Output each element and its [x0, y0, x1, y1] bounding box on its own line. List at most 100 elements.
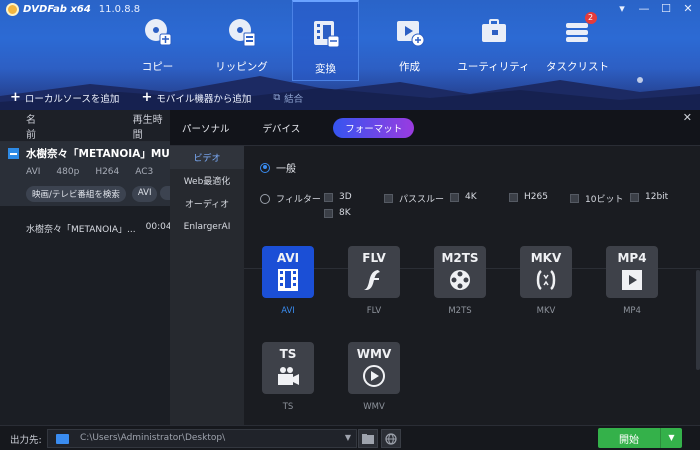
format-flv[interactable]: FLV FLV: [348, 246, 400, 316]
format-wmv-tile[interactable]: WMV: [348, 342, 400, 394]
toolbox-icon: [479, 17, 509, 47]
filter-h265-checkbox[interactable]: [509, 192, 518, 202]
format-m2ts-tile[interactable]: M2TS: [434, 246, 486, 298]
top-header: DVDFab x64 11.0.8.8 ▾ — ☐ ✕ コピー リッピング 変換…: [0, 0, 700, 110]
format-scrollbar[interactable]: [696, 270, 700, 370]
filter-4k[interactable]: 4K: [450, 192, 477, 202]
merge-button[interactable]: ⧉ 結合: [273, 90, 303, 105]
disc-rip-icon: [227, 17, 257, 47]
format-wmv[interactable]: WMV WMV: [348, 342, 400, 412]
general-radio[interactable]: 一般: [260, 160, 296, 175]
title-tags: 映画/テレビ番組を検索 AVI: [26, 186, 158, 202]
format-body: 一般 フィルター 3D パススルー 4K H265 10ビット 12bit 8K: [244, 146, 700, 425]
title-meta: AVI 480p H264 AC3: [26, 167, 153, 177]
format-m2ts[interactable]: M2TS M2TS: [434, 246, 486, 316]
start-options-dropdown[interactable]: ▼: [660, 428, 682, 448]
filter-passthrough-checkbox[interactable]: [384, 194, 393, 203]
format-avi[interactable]: AVI AVI: [262, 246, 314, 316]
maximize-icon[interactable]: ☐: [660, 2, 672, 15]
add-local-source-button[interactable]: + ローカルソースを追加: [10, 90, 119, 105]
filter-passthrough[interactable]: パススルー: [384, 192, 444, 205]
merge-icon: ⧉: [273, 92, 281, 103]
format-mp4-caption: MP4: [623, 306, 641, 316]
format-wmv-label: WMV: [356, 347, 392, 361]
filter-3d-label: 3D: [339, 192, 352, 202]
filter-10bit[interactable]: 10ビット: [570, 192, 623, 205]
merge-label: 結合: [284, 93, 304, 105]
format-flv-tile[interactable]: FLV: [348, 246, 400, 298]
app-name: DVDFab x64: [23, 4, 91, 15]
menu-audio[interactable]: オーディオ: [170, 192, 244, 215]
format-mkv-tile[interactable]: MKV: [520, 246, 572, 298]
nav-create[interactable]: 作成: [376, 0, 443, 81]
dvdfab-logo-icon: [6, 3, 19, 16]
nav-copy[interactable]: コピー: [124, 0, 191, 81]
nav-tasklist-label: タスクリスト: [546, 61, 609, 73]
format-avi-caption: AVI: [281, 306, 295, 316]
output-path-field[interactable]: C:\Users\Administrator\Desktop\ ▼: [47, 429, 357, 448]
tab-device[interactable]: デバイス: [263, 121, 301, 135]
nav-ripping[interactable]: リッピング: [208, 0, 275, 81]
nav-utility[interactable]: ユーティリティ: [457, 0, 530, 81]
filter-3d[interactable]: 3D: [324, 192, 352, 202]
format-avi-label: AVI: [276, 251, 300, 265]
web-output-button[interactable]: [381, 429, 401, 448]
title-name: 水樹奈々「METANOIA」MUSIC: [26, 148, 189, 160]
format-mp4-label: MP4: [617, 251, 647, 265]
filter-4k-checkbox[interactable]: [450, 192, 459, 202]
format-ts[interactable]: TS TS: [262, 342, 314, 412]
filter-4k-label: 4K: [465, 192, 477, 202]
general-label: 一般: [276, 164, 296, 175]
profile-tag[interactable]: AVI: [131, 186, 158, 202]
dialog-close-icon[interactable]: ✕: [683, 111, 692, 124]
filter-radio-button[interactable]: [260, 193, 270, 204]
column-playtime[interactable]: 再生時間: [133, 111, 170, 141]
chevron-down-icon[interactable]: ▼: [345, 433, 351, 442]
browse-folder-button[interactable]: [358, 429, 378, 448]
tab-format[interactable]: フォーマット: [333, 117, 415, 138]
title-collapse-checkbox[interactable]: [8, 148, 19, 159]
filter-radio[interactable]: フィルター: [260, 192, 321, 205]
format-mkv[interactable]: MKV MKV: [520, 246, 572, 316]
search-metadata-button[interactable]: 映画/テレビ番組を検索: [26, 186, 126, 202]
format-wmv-caption: WMV: [363, 402, 385, 412]
meta-codec: H264: [95, 167, 120, 177]
format-category-menu: ビデオ Web最適化 オーディオ EnlargerAI: [170, 146, 244, 425]
menu-video[interactable]: ビデオ: [170, 146, 244, 169]
track-row[interactable]: 水樹奈々「METANOIA」... 00:04: [26, 222, 172, 235]
plus-icon: +: [10, 90, 21, 105]
nav-convert[interactable]: 変換: [292, 0, 359, 81]
plus-icon: +: [141, 90, 153, 105]
format-ts-tile[interactable]: TS: [262, 342, 314, 394]
format-avi-tile[interactable]: AVI: [262, 246, 314, 298]
filter-8k[interactable]: 8K: [324, 208, 351, 218]
filter-12bit[interactable]: 12bit: [630, 192, 668, 202]
filter-h265[interactable]: H265: [509, 192, 548, 202]
close-icon[interactable]: ✕: [682, 2, 694, 15]
column-name[interactable]: 名前: [26, 111, 45, 141]
nav-utility-label: ユーティリティ: [457, 61, 530, 73]
video-create-icon: [395, 17, 425, 47]
tab-personal[interactable]: パーソナル: [182, 121, 230, 135]
add-mobile-button[interactable]: + モバイル機器から追加: [141, 90, 251, 105]
filter-3d-checkbox[interactable]: [324, 192, 333, 202]
output-path: C:\Users\Administrator\Desktop\: [80, 433, 226, 443]
filter-10bit-checkbox[interactable]: [570, 194, 579, 203]
nav-copy-label: コピー: [141, 61, 174, 73]
film-reel-icon: [450, 270, 470, 290]
format-mp4[interactable]: MP4 MP4: [606, 246, 658, 316]
filter-12bit-checkbox[interactable]: [630, 192, 639, 202]
menu-web[interactable]: Web最適化: [170, 169, 244, 192]
meta-resolution: 480p: [56, 167, 80, 177]
start-button[interactable]: 開始 ▼: [598, 428, 682, 448]
filter-8k-checkbox[interactable]: [324, 208, 333, 218]
task-count-badge: 2: [584, 12, 597, 24]
format-mp4-tile[interactable]: MP4: [606, 246, 658, 298]
title-row[interactable]: 水樹奈々「METANOIA」MUSIC AVI 480p H264 AC3 映画…: [0, 142, 189, 206]
hidden-tag-edge: [160, 186, 170, 200]
meta-audio: AC3: [135, 167, 154, 177]
general-radio-button[interactable]: [260, 162, 270, 173]
nav-tasklist[interactable]: 2 タスクリスト: [544, 0, 611, 81]
menu-enlarger[interactable]: EnlargerAI: [170, 215, 244, 238]
minimize-icon[interactable]: —: [638, 2, 650, 15]
